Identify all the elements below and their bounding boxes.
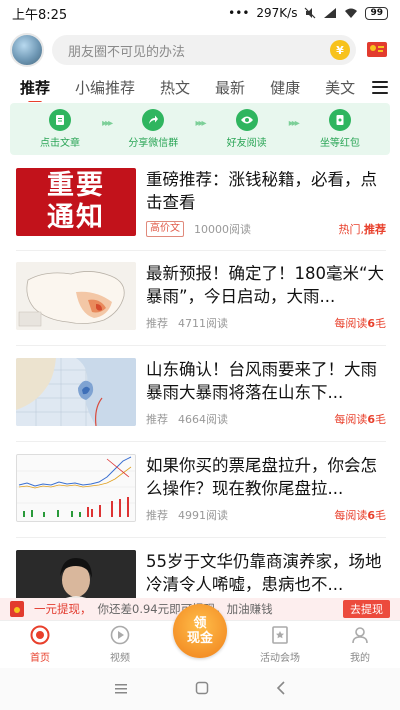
red-packet-icon <box>328 109 351 131</box>
reward-label: 热门,推荐 <box>338 223 387 236</box>
tabs-menu-area <box>352 72 400 102</box>
divider <box>16 345 386 346</box>
divider <box>16 250 386 251</box>
article-source: 推荐 <box>146 413 168 426</box>
step-arrow-icon: ▸▸▸ <box>102 117 113 129</box>
thumb-text: 重要 <box>47 170 105 201</box>
article-title: 55岁于文华仍靠商演养家，场地冷清令人唏嘘，患病也不... <box>146 552 382 594</box>
play-icon <box>109 624 131 646</box>
article-thumbnail: 重要 通知 <box>16 168 136 236</box>
wifi-icon <box>345 8 358 18</box>
center-label-top: 领 <box>193 616 207 631</box>
step-label: 坐等红包 <box>319 138 360 149</box>
home-square-icon[interactable] <box>195 680 209 699</box>
nav-mine[interactable]: 我的 <box>320 621 400 668</box>
eye-icon <box>235 109 258 131</box>
article-item[interactable]: 山东确认！台风雨要来了！大雨暴雨大暴雨将落在山东下... 推荐 4664阅读 每… <box>16 358 386 438</box>
withdraw-title: 一元提现， <box>34 602 92 616</box>
tab-hot[interactable]: 热文 <box>160 77 190 98</box>
nav-activity[interactable]: 活动会场 <box>240 621 320 668</box>
step-label: 分享微信群 <box>128 138 179 149</box>
earn-steps-banner[interactable]: 点击文章 ▸▸▸ 分享微信群 ▸▸▸ 好友阅读 ▸▸▸ 坐等红包 <box>10 103 390 155</box>
article-thumbnail <box>16 550 136 598</box>
read-count: 10000阅读 <box>194 223 251 236</box>
tab-recommend[interactable]: 推荐 <box>20 77 50 98</box>
nav-label: 视频 <box>110 653 130 664</box>
status-bar: 上午8:25 ••• 297K/s 99 <box>0 0 400 26</box>
read-count: 4664阅读 <box>178 413 228 426</box>
share-arrow-icon <box>142 109 165 131</box>
step-label: 点击文章 <box>40 138 80 149</box>
menu-icon[interactable] <box>372 80 388 94</box>
reward-label: 每阅读6毛 <box>334 509 386 522</box>
article-thumbnail <box>16 358 136 426</box>
document-icon <box>49 109 71 131</box>
step-red-packet: 坐等红包 <box>304 109 376 149</box>
tab-latest[interactable]: 最新 <box>215 77 245 98</box>
nav-video[interactable]: 视频 <box>80 621 160 668</box>
battery-icon: 99 <box>365 6 388 20</box>
gold-coin-icon[interactable]: ¥ <box>330 40 350 60</box>
article-title: 重磅推荐：涨钱秘籍，必看，点击查看 <box>146 170 377 212</box>
withdraw-button[interactable]: 去提现 <box>343 600 390 618</box>
step-arrow-icon: ▸▸▸ <box>195 117 206 129</box>
center-label-bottom: 现金 <box>186 631 213 646</box>
article-meta: 高价文 10000阅读 热门,推荐 <box>146 221 386 237</box>
bookmark-icon <box>269 624 291 646</box>
article-title: 山东确认！台风雨要来了！大雨暴雨大暴雨将落在山东下... <box>146 360 377 402</box>
high-value-tag: 高价文 <box>146 221 184 237</box>
mute-icon <box>305 7 316 19</box>
user-icon <box>349 624 371 646</box>
article-title: 最新预报！确定了！180毫米“大暴雨”，今日启动，大雨... <box>146 264 385 306</box>
search-input[interactable]: 朋友圈不可见的办法 ¥ <box>52 35 356 65</box>
status-time: 上午8:25 <box>12 7 68 23</box>
step-friend-read: 好友阅读 <box>211 109 283 149</box>
article-source: 推荐 <box>146 317 168 330</box>
reward-label: 每阅读6毛 <box>334 317 386 330</box>
tab-health[interactable]: 健康 <box>270 77 300 98</box>
article-item[interactable]: 最新预报！确定了！180毫米“大暴雨”，今日启动，大雨... 推荐 4711阅读… <box>16 262 386 342</box>
back-icon[interactable] <box>276 680 286 699</box>
status-dots: ••• <box>228 6 250 20</box>
nav-label: 首页 <box>30 653 50 664</box>
red-packet-flag-icon[interactable] <box>364 37 390 63</box>
article-thumbnail <box>16 262 136 330</box>
tab-essays[interactable]: 美文 <box>325 77 355 98</box>
divider <box>16 537 386 538</box>
recent-apps-icon[interactable] <box>114 680 128 699</box>
nav-home[interactable]: 首页 <box>0 621 80 668</box>
avatar[interactable] <box>10 33 44 67</box>
article-item[interactable]: 55岁于文华仍靠商演养家，场地冷清令人唏嘘，患病也不... <box>16 550 386 598</box>
signal-icon <box>324 8 337 18</box>
nav-label: 我的 <box>350 653 370 664</box>
article-item[interactable]: 重要 通知 重磅推荐：涨钱秘籍，必看，点击查看 高价文 10000阅读 热门,推… <box>16 168 386 248</box>
search-row: 朋友圈不可见的办法 ¥ <box>0 30 400 70</box>
divider <box>16 441 386 442</box>
article-title: 如果你买的票尾盘拉升，你会怎么操作？现在教你尾盘拉... <box>146 456 377 498</box>
step-arrow-icon: ▸▸▸ <box>288 117 300 129</box>
step-share-group: 分享微信群 <box>117 109 189 149</box>
reward-label: 每阅读6毛 <box>334 413 386 426</box>
nav-label: 活动会场 <box>260 653 300 664</box>
read-count: 4991阅读 <box>178 509 228 522</box>
system-nav-bar <box>0 668 400 710</box>
article-meta: 推荐 4991阅读 每阅读6毛 <box>146 507 386 523</box>
tab-editor-picks[interactable]: 小编推荐 <box>75 77 135 98</box>
category-tabs: 推荐 小编推荐 热文 最新 健康 美文 <box>0 72 400 102</box>
article-item[interactable]: 如果你买的票尾盘拉升，你会怎么操作？现在教你尾盘拉... 推荐 4991阅读 每… <box>16 454 386 534</box>
step-label: 好友阅读 <box>226 138 267 149</box>
claim-cash-button[interactable]: 领 现金 <box>173 604 227 658</box>
article-meta: 推荐 4664阅读 每阅读6毛 <box>146 411 386 427</box>
search-placeholder: 朋友圈不可见的办法 <box>68 44 186 60</box>
article-meta: 推荐 4711阅读 每阅读6毛 <box>146 315 386 331</box>
network-speed: 297K/s <box>256 6 298 20</box>
thumb-text: 通知 <box>47 202 105 233</box>
home-icon <box>29 624 51 646</box>
article-thumbnail <box>16 454 136 522</box>
step-click-article: 点击文章 <box>24 109 96 149</box>
red-packet-icon <box>10 601 24 617</box>
read-count: 4711阅读 <box>178 317 228 330</box>
article-source: 推荐 <box>146 509 168 522</box>
